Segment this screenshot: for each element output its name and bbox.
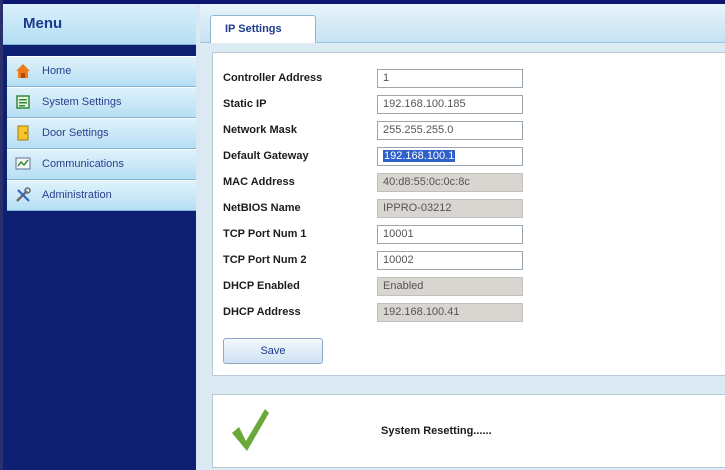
sidebar-item-home[interactable]: Home: [7, 56, 196, 87]
sidebar-item-label: Door Settings: [42, 127, 109, 139]
sidebar-item-communications[interactable]: Communications: [7, 149, 196, 180]
sidebar-item-door-settings[interactable]: Door Settings: [7, 118, 196, 149]
static-ip-field[interactable]: 192.168.100.185: [377, 95, 523, 114]
sidebar: Menu Home System Settings Door Settings …: [3, 4, 196, 470]
checkmark-icon: [229, 405, 271, 460]
mac-address-field: 40:d8:55:0c:0c:8c: [377, 173, 523, 192]
default-gateway-label: Default Gateway: [223, 150, 309, 162]
sidebar-item-system-settings[interactable]: System Settings: [7, 87, 196, 118]
network-mask-field[interactable]: 255.255.255.0: [377, 121, 523, 140]
network-mask-label: Network Mask: [223, 124, 297, 136]
dhcp-enabled-label: DHCP Enabled: [223, 280, 300, 292]
status-message: System Resetting......: [381, 425, 492, 437]
tools-icon: [15, 187, 31, 203]
menu-header: Menu: [3, 4, 196, 45]
controller-address-label: Controller Address: [223, 72, 323, 84]
menu-title: Menu: [23, 15, 63, 32]
tcp-port-2-label: TCP Port Num 2: [223, 254, 307, 266]
tcp-port-2-field[interactable]: 10002: [377, 251, 523, 270]
tab-ip-settings[interactable]: IP Settings: [210, 15, 316, 43]
tcp-port-1-label: TCP Port Num 1: [223, 228, 307, 240]
tab-bar: IP Settings: [200, 4, 725, 43]
default-gateway-field[interactable]: 192.168.100.1: [377, 147, 523, 166]
communications-icon: [15, 156, 31, 172]
save-button[interactable]: Save: [223, 338, 323, 364]
main-content: IP Settings Controller Address 1 Static …: [200, 4, 725, 470]
netbios-name-label: NetBIOS Name: [223, 202, 301, 214]
tcp-port-1-field[interactable]: 10001: [377, 225, 523, 244]
mac-address-label: MAC Address: [223, 176, 295, 188]
home-icon: [15, 63, 31, 79]
tab-label: IP Settings: [225, 23, 282, 35]
sidebar-item-label: Communications: [42, 158, 124, 170]
default-gateway-selected-text: 192.168.100.1: [383, 150, 456, 162]
dhcp-address-label: DHCP Address: [223, 306, 301, 318]
system-settings-icon: [15, 94, 31, 110]
sidebar-item-administration[interactable]: Administration: [7, 180, 196, 211]
ip-settings-form: Controller Address 1 Static IP 192.168.1…: [212, 52, 725, 376]
static-ip-label: Static IP: [223, 98, 267, 110]
sidebar-item-label: Home: [42, 65, 72, 77]
netbios-name-field: IPPRO-03212: [377, 199, 523, 218]
dhcp-address-field: 192.168.100.41: [377, 303, 523, 322]
status-panel: System Resetting......: [212, 394, 725, 468]
sidebar-item-label: Administration: [42, 189, 112, 201]
controller-address-field[interactable]: 1: [377, 69, 523, 88]
sidebar-item-label: System Settings: [42, 96, 122, 108]
dhcp-enabled-field: Enabled: [377, 277, 523, 296]
door-icon: [15, 125, 31, 141]
